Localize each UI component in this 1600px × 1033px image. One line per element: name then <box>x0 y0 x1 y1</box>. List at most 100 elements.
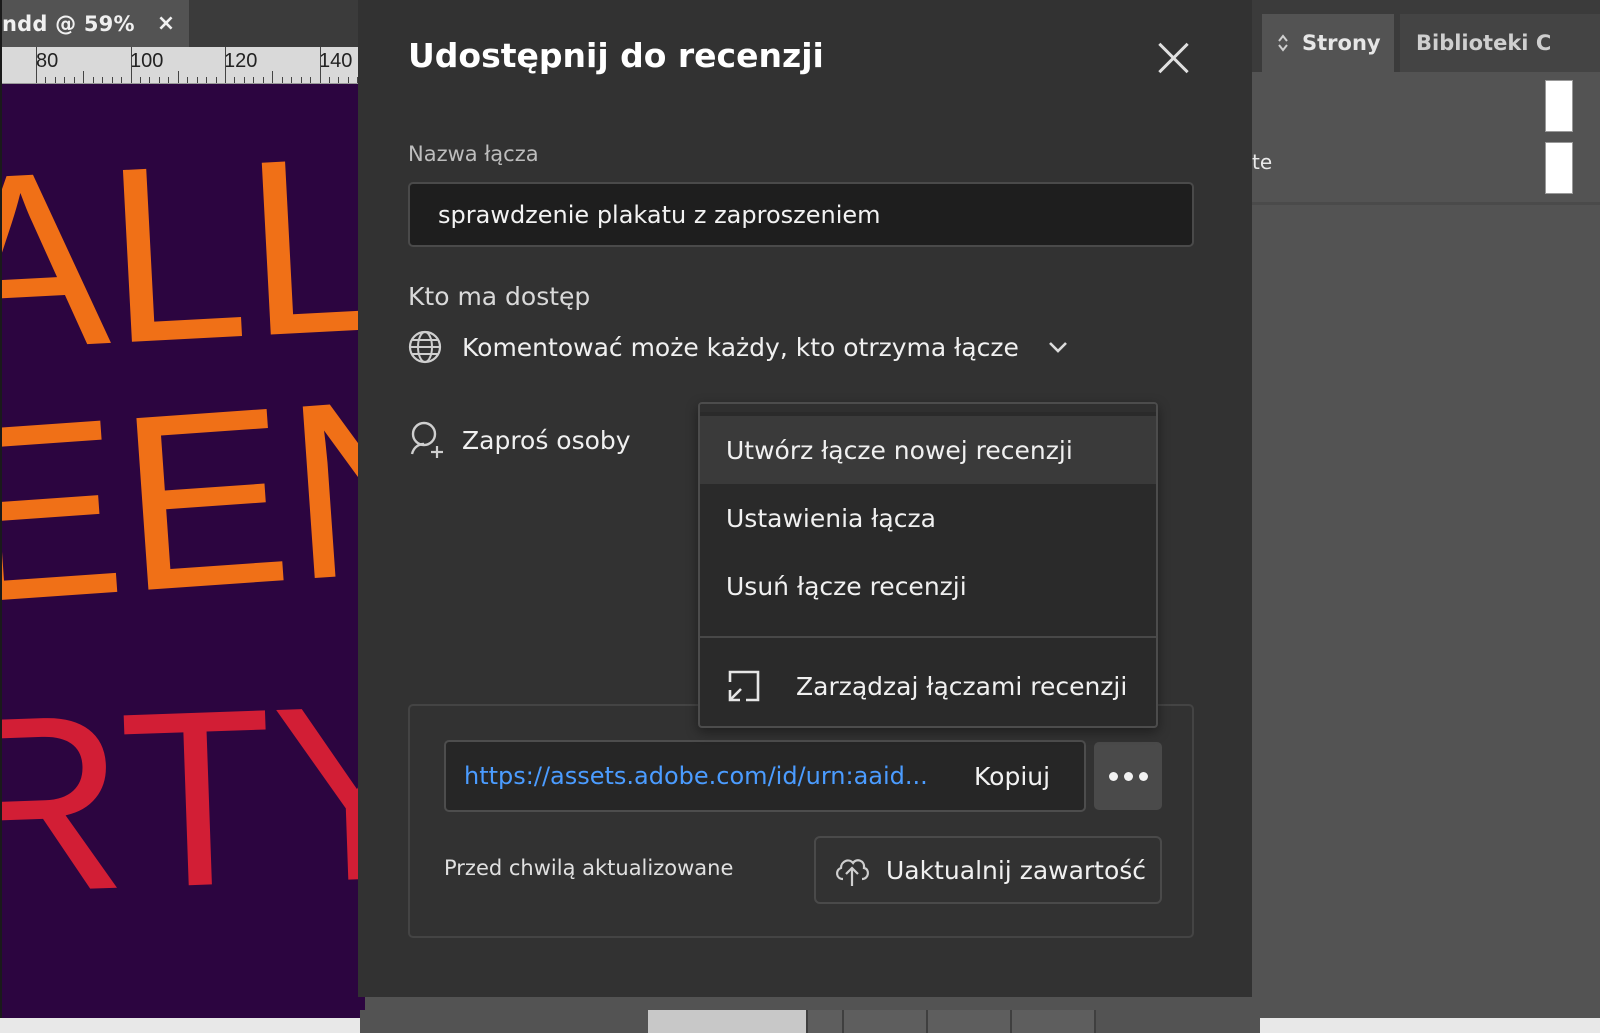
ruler-tick <box>83 71 84 83</box>
ruler-tick <box>102 77 103 83</box>
more-options-menu: Utwórz łącze nowej recenzji Ustawienia ł… <box>698 402 1158 728</box>
last-updated-status: Przed chwilą aktualizowane <box>444 856 734 880</box>
ruler-tick <box>272 71 273 83</box>
invite-person-icon <box>410 421 443 458</box>
document-tab[interactable]: ndd @ 59% × <box>0 0 190 47</box>
ruler-tick <box>64 77 65 83</box>
document-canvas[interactable]: ALLO EEN RTY <box>0 84 365 1018</box>
ruler-tick <box>187 77 188 83</box>
ruler-tick <box>93 77 94 83</box>
tab-bar-empty <box>190 0 360 47</box>
app-window: ndd @ 59% × 80 100 120 140 ALLO EEN RTY … <box>0 0 1600 1033</box>
ruler-label: 80 <box>36 50 59 72</box>
ruler-tick <box>45 77 46 83</box>
ruler-tick <box>140 77 141 83</box>
menu-item-delete-review-link[interactable]: Usuń łącze recenzji <box>700 552 1156 620</box>
tab-label: Biblioteki C <box>1416 31 1552 55</box>
invite-people-button[interactable]: Zaproś osoby <box>408 420 631 460</box>
ruler-label: 100 <box>130 50 164 72</box>
status-bar-segment <box>928 1010 1012 1033</box>
update-content-label: Uaktualnij zawartość <box>886 855 1147 885</box>
window-edge <box>0 0 2 1033</box>
page-thumbnail[interactable] <box>1545 80 1573 132</box>
ruler-tick <box>168 77 169 83</box>
artwork-text-line: RTY <box>0 650 365 947</box>
review-link-url[interactable]: https://assets.adobe.com/id/urn:aaid... <box>464 762 934 790</box>
ruler-tick <box>263 77 264 83</box>
access-value: Komentować może każdy, kto otrzyma łącze <box>462 332 1019 362</box>
ruler-tick <box>282 77 283 83</box>
ruler-tick <box>216 77 217 83</box>
more-options-button[interactable] <box>1094 742 1162 810</box>
ruler-label: 140 <box>319 50 353 72</box>
ruler-tick <box>178 71 179 83</box>
globe-icon <box>408 330 442 364</box>
ruler-tick <box>291 77 292 83</box>
artwork-text-line: EEN <box>0 341 365 656</box>
share-for-review-dialog: Udostępnij do recenzji Nazwa łącza Kto m… <box>358 0 1252 997</box>
ruler-tick <box>301 77 302 83</box>
ruler-label: 120 <box>224 50 258 72</box>
ruler-tick <box>131 47 132 83</box>
close-icon[interactable] <box>1156 40 1192 76</box>
status-bar <box>360 1010 1260 1033</box>
ruler-tick <box>310 77 311 83</box>
access-dropdown[interactable]: Komentować może każdy, kto otrzyma łącze <box>408 330 1069 364</box>
artwork-text-line: ALLO <box>0 92 365 405</box>
ruler-tick <box>159 77 160 83</box>
horizontal-ruler: 80 100 120 140 <box>0 47 365 84</box>
ruler-tick <box>329 77 330 83</box>
menu-item-label: Zarządzaj łączami recenzji <box>796 671 1128 701</box>
more-icon <box>1138 771 1148 781</box>
status-bar-segment <box>1012 1010 1096 1033</box>
dialog-title: Udostępnij do recenzji <box>408 36 824 75</box>
ruler-tick <box>149 77 150 83</box>
tab-label: Strony <box>1302 31 1381 55</box>
status-bar-segment <box>808 1010 844 1033</box>
link-name-input[interactable] <box>408 182 1194 247</box>
menu-top-edge <box>700 404 1156 412</box>
status-bar-segment <box>648 1010 808 1033</box>
ruler-tick <box>320 47 321 83</box>
cloud-upload-icon <box>836 859 869 886</box>
document-tab-close-icon[interactable]: × <box>157 11 175 36</box>
ruler-tick <box>112 77 113 83</box>
menu-item-create-new-review-link[interactable]: Utwórz łącze nowej recenzji <box>700 416 1156 484</box>
tab-strony[interactable]: Strony <box>1262 14 1394 72</box>
update-content-button[interactable]: Uaktualnij zawartość <box>814 836 1162 904</box>
ruler-tick <box>74 77 75 83</box>
ruler-tick <box>244 77 245 83</box>
menu-divider <box>700 636 1156 638</box>
panel-tab-bar: Strony Biblioteki C <box>1252 0 1600 72</box>
link-name-label: Nazwa łącza <box>408 142 539 166</box>
page-thumbnail[interactable] <box>1545 142 1573 194</box>
ruler-tick <box>225 47 226 83</box>
panel-divider <box>1252 202 1600 205</box>
ruler-tick <box>234 77 235 83</box>
pages-panel: te <box>1252 72 1600 1018</box>
review-link-field[interactable]: https://assets.adobe.com/id/urn:aaid... … <box>444 740 1086 812</box>
document-tab-title: ndd @ 59% <box>2 11 135 36</box>
menu-item-link-settings[interactable]: Ustawienia łącza <box>700 484 1156 552</box>
ruler-tick <box>55 77 56 83</box>
review-link-section: https://assets.adobe.com/id/urn:aaid... … <box>408 704 1194 938</box>
panel-text-fragment: te <box>1252 150 1273 174</box>
more-icon <box>1123 771 1133 781</box>
ruler-tick <box>36 47 37 83</box>
manage-links-icon <box>728 670 760 702</box>
ruler-tick <box>206 77 207 83</box>
ruler-tick <box>197 77 198 83</box>
ruler-tick <box>348 77 349 83</box>
access-label: Kto ma dostęp <box>408 282 591 311</box>
ruler-tick <box>121 77 122 83</box>
tab-biblioteki[interactable]: Biblioteki C <box>1400 14 1600 72</box>
ruler-tick <box>253 77 254 83</box>
status-bar-segment <box>844 1010 928 1033</box>
sort-icon <box>1278 34 1288 52</box>
chevron-down-icon <box>1048 342 1067 353</box>
ruler-tick <box>338 77 339 83</box>
invite-people-label: Zaproś osoby <box>462 425 631 455</box>
menu-item-manage-review-links[interactable]: Zarządzaj łączami recenzji <box>700 652 1156 720</box>
copy-button[interactable]: Kopiuj <box>974 762 1050 791</box>
more-icon <box>1108 771 1118 781</box>
